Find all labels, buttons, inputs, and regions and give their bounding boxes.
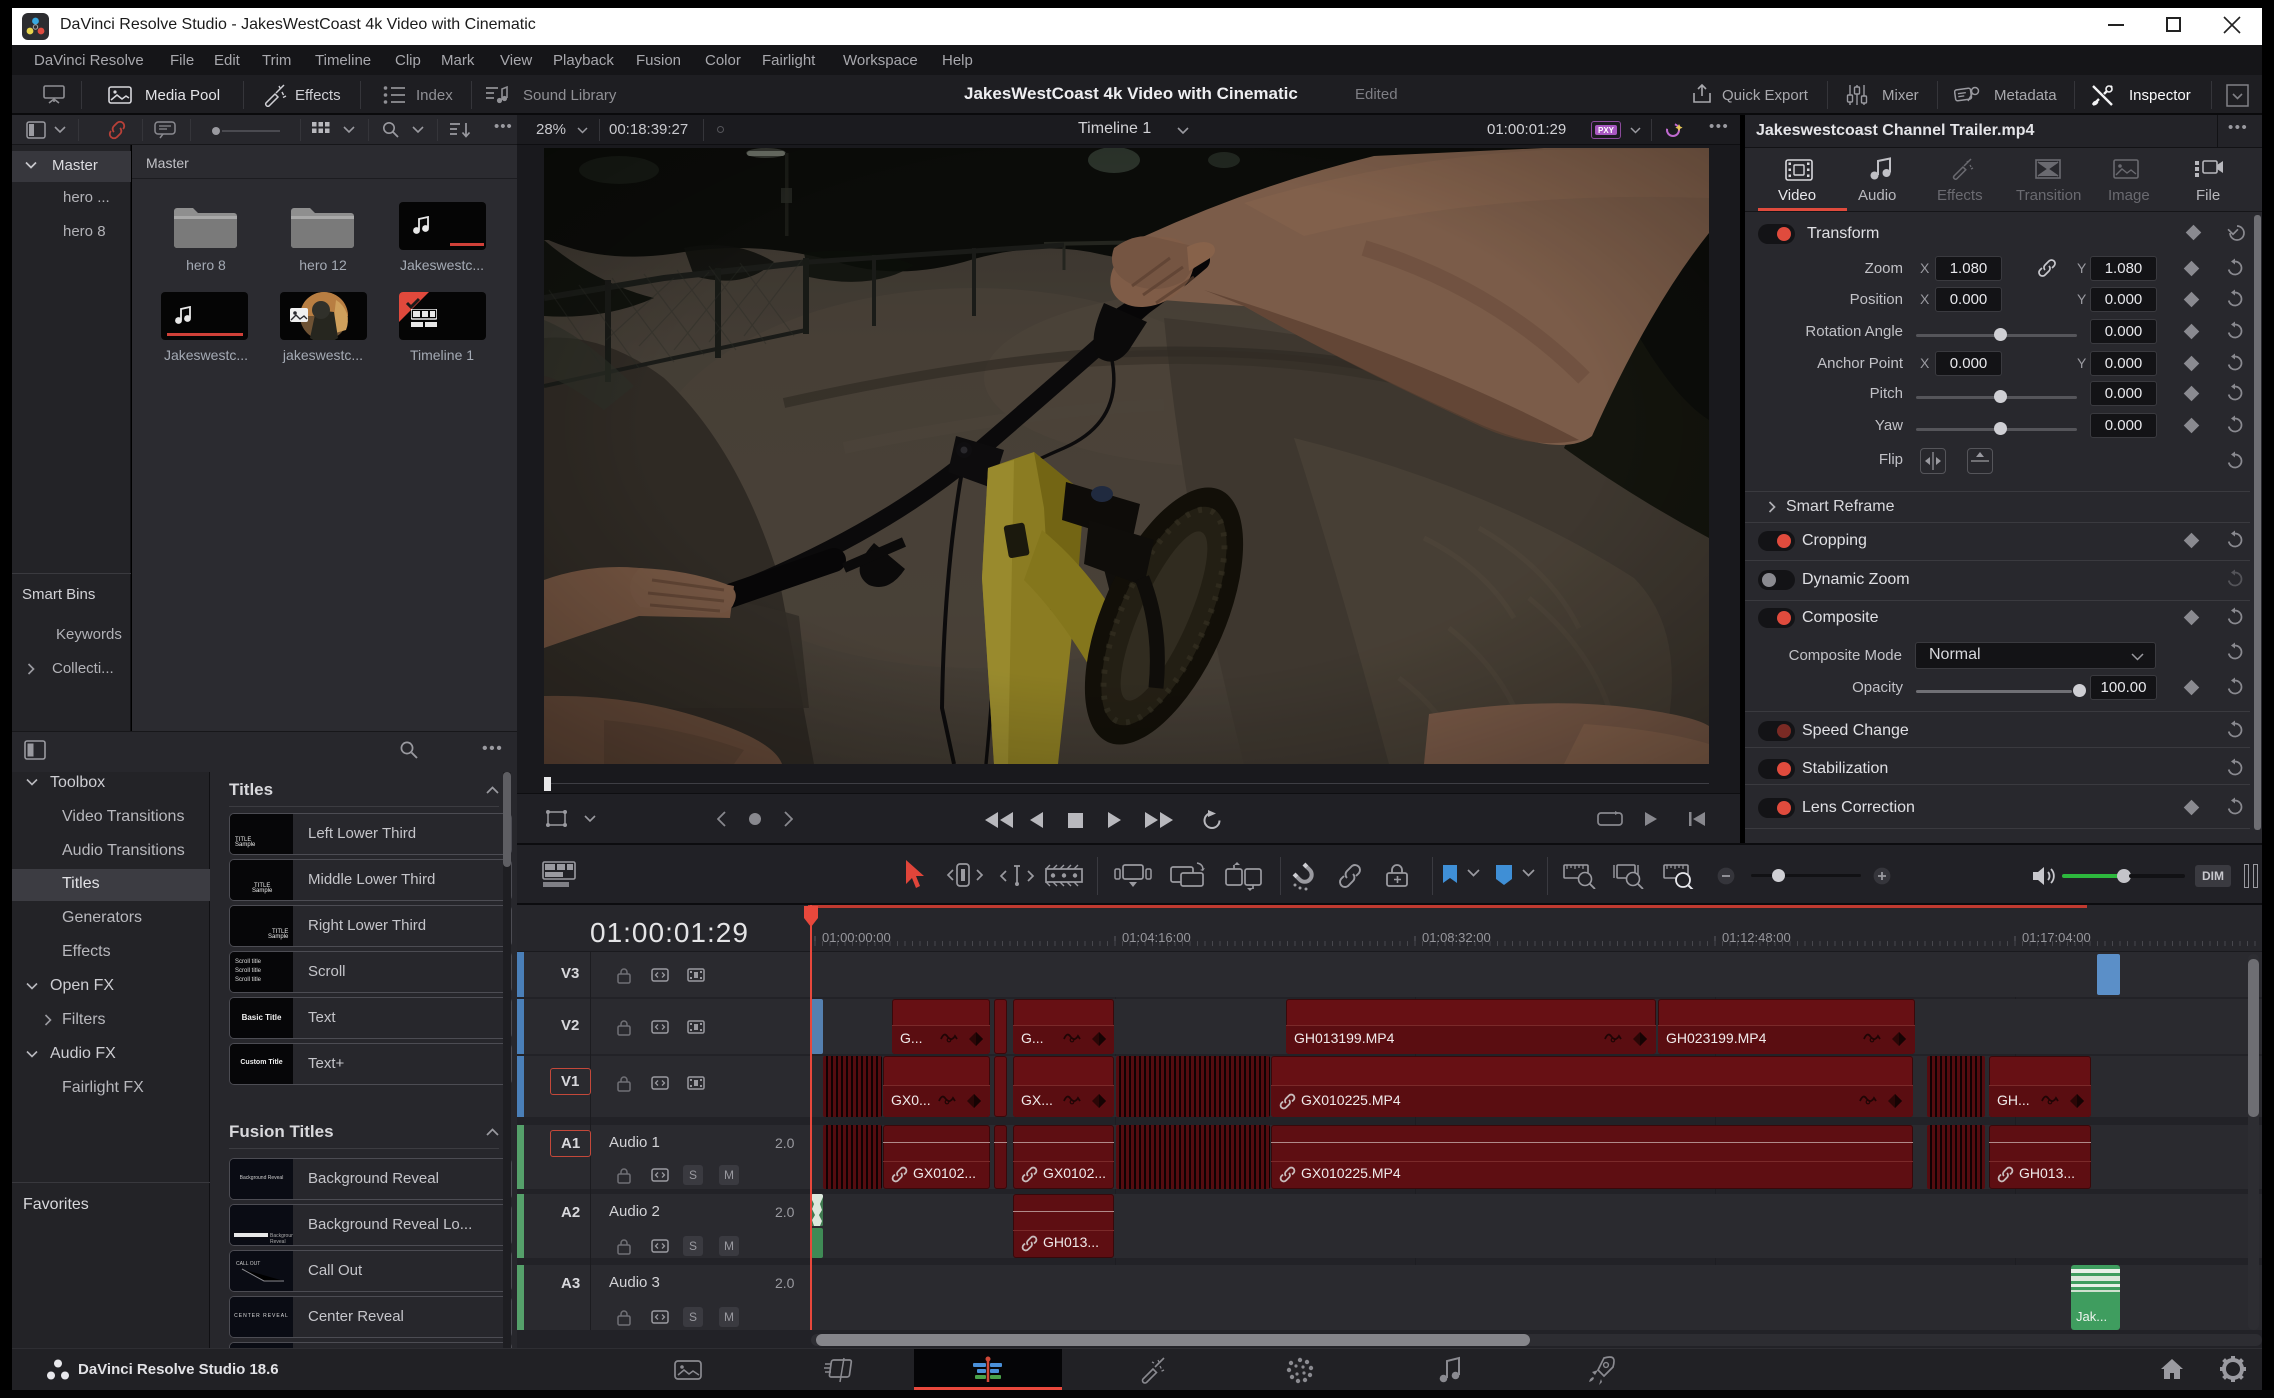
svg-text:01:08:32:00: 01:08:32:00 bbox=[1422, 930, 1491, 945]
svg-text:01:12:48:00: 01:12:48:00 bbox=[1722, 930, 1791, 945]
svg-text:01:17:04:00: 01:17:04:00 bbox=[2022, 930, 2091, 945]
svg-text:01:00:00:00: 01:00:00:00 bbox=[822, 930, 891, 945]
svg-text:01:04:16:00: 01:04:16:00 bbox=[1122, 930, 1191, 945]
